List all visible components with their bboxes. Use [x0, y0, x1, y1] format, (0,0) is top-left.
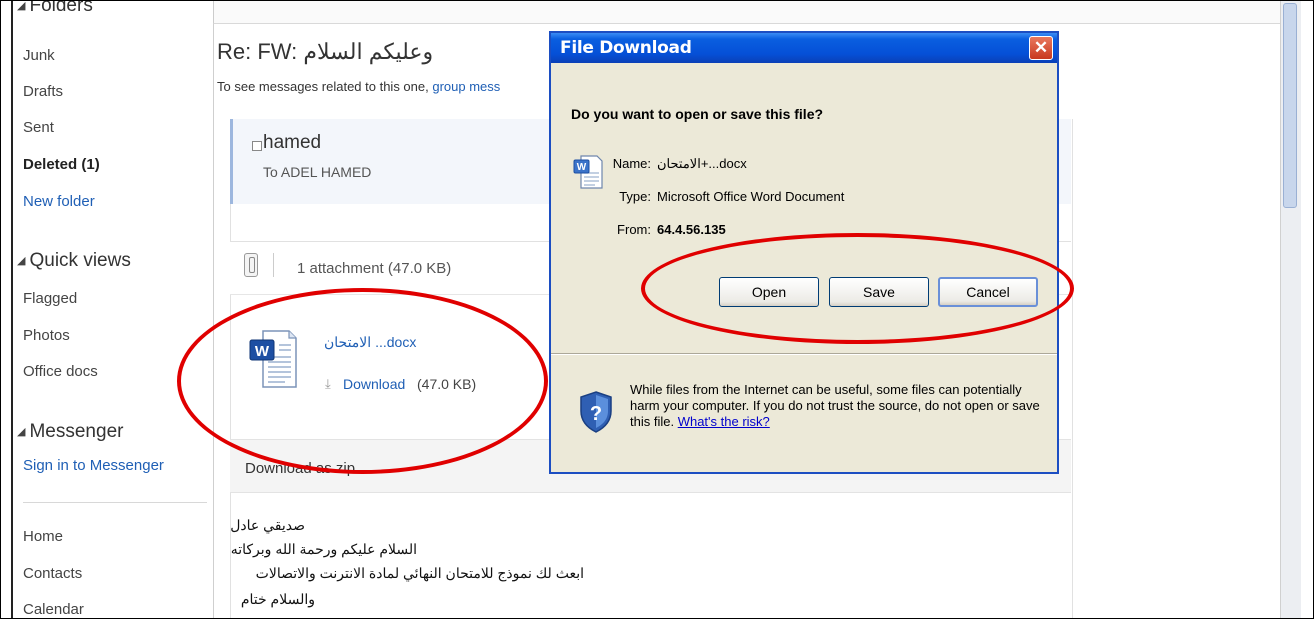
svg-text:W: W	[577, 162, 587, 173]
download-zip-label[interactable]: Download as zip	[245, 460, 355, 477]
related-messages-text: To see messages related to this one, gro…	[217, 79, 500, 94]
message-subject: Re: FW: وعليكم السلام	[217, 39, 434, 64]
attachment-filename[interactable]: الامتحان ...docx	[324, 334, 416, 351]
download-arrow-icon: ⤓	[325, 376, 331, 391]
from-value: 64.4.56.135	[657, 222, 726, 237]
svg-text:W: W	[255, 343, 270, 360]
quick-views-header-label: Quick views	[29, 250, 131, 271]
triangle-down-icon: ◢	[17, 0, 26, 12]
recipient-line: To ADEL HAMED	[263, 164, 372, 180]
folders-header[interactable]: ◢ Folders	[17, 0, 93, 17]
word-doc-icon[interactable]: W	[249, 329, 297, 389]
dialog-question: Do you want to open or save this file?	[571, 106, 824, 122]
body-line-4: والسلام ختام	[240, 591, 315, 607]
name-label: Name:	[612, 156, 651, 171]
paperclip-icon	[244, 253, 258, 277]
quick-views-header[interactable]: ◢ Quick views	[17, 250, 131, 272]
nav-calendar[interactable]: Calendar	[23, 601, 84, 618]
security-shield-icon: ?	[580, 391, 612, 433]
whats-the-risk-link[interactable]: What's the risk?	[678, 414, 770, 429]
quick-view-flagged[interactable]: Flagged	[23, 290, 77, 307]
body-line-2: السلام عليكم ورحمة الله وبركاته	[230, 541, 417, 557]
cancel-button[interactable]: Cancel	[938, 277, 1038, 307]
type-value: Microsoft Office Word Document	[657, 189, 845, 204]
from-label: From:	[617, 222, 651, 237]
toolbar-strip	[213, 1, 1281, 24]
save-button[interactable]: Save	[829, 277, 929, 307]
folder-drafts[interactable]: Drafts	[23, 83, 63, 100]
body-line-3: ابعث لك نموذج للامتحان النهائي لمادة الا…	[255, 565, 584, 581]
type-label: Type:	[619, 189, 651, 204]
dialog-title: File Download	[560, 38, 692, 58]
messenger-header[interactable]: ◢ Messenger	[17, 421, 123, 443]
name-value: الامتحان+...docx	[657, 156, 747, 171]
related-prefix: To see messages related to this one,	[217, 79, 429, 94]
dialog-title-bar[interactable]: File Download ✕	[551, 33, 1057, 63]
collapse-box-icon[interactable]	[252, 141, 262, 151]
file-download-dialog: File Download ✕ Do you want to open or s…	[549, 31, 1059, 474]
sidebar-divider	[23, 502, 207, 503]
screenshot-frame: ◢ Folders Junk Drafts Sent Deleted (1) Ne…	[0, 0, 1314, 619]
messenger-header-label: Messenger	[29, 421, 124, 442]
folders-header-label: Folders	[29, 0, 93, 16]
nav-home[interactable]: Home	[23, 528, 63, 545]
attachment-divider	[273, 253, 274, 277]
dialog-separator	[551, 353, 1057, 355]
folder-sent[interactable]: Sent	[23, 119, 54, 136]
download-size: (47.0 KB)	[417, 376, 477, 392]
pane-divider	[213, 1, 214, 618]
close-icon[interactable]: ✕	[1029, 36, 1053, 60]
security-warning: While files from the Internet can be use…	[630, 382, 1050, 430]
triangle-down-icon: ◢	[17, 426, 26, 438]
open-button[interactable]: Open	[719, 277, 819, 307]
attachment-count: 1 attachment (47.0 KB)	[297, 260, 452, 277]
new-folder-link[interactable]: New folder	[23, 193, 95, 210]
nav-contacts[interactable]: Contacts	[23, 565, 82, 582]
triangle-down-icon: ◢	[17, 255, 26, 267]
folder-junk[interactable]: Junk	[23, 47, 55, 64]
group-messages-link[interactable]: group mess	[432, 79, 500, 94]
sender-name[interactable]: hamed	[263, 132, 321, 154]
scrollbar-thumb[interactable]	[1283, 3, 1297, 208]
sign-in-messenger-link[interactable]: Sign in to Messenger	[23, 457, 164, 474]
folder-deleted[interactable]: Deleted (1)	[23, 156, 100, 173]
quick-view-photos[interactable]: Photos	[23, 327, 70, 344]
svg-text:?: ?	[590, 403, 602, 425]
body-line-1: صديقي عادل	[230, 517, 305, 533]
window-left-edge	[11, 1, 13, 618]
download-link[interactable]: Download	[343, 376, 405, 392]
quick-view-office-docs[interactable]: Office docs	[23, 363, 98, 380]
